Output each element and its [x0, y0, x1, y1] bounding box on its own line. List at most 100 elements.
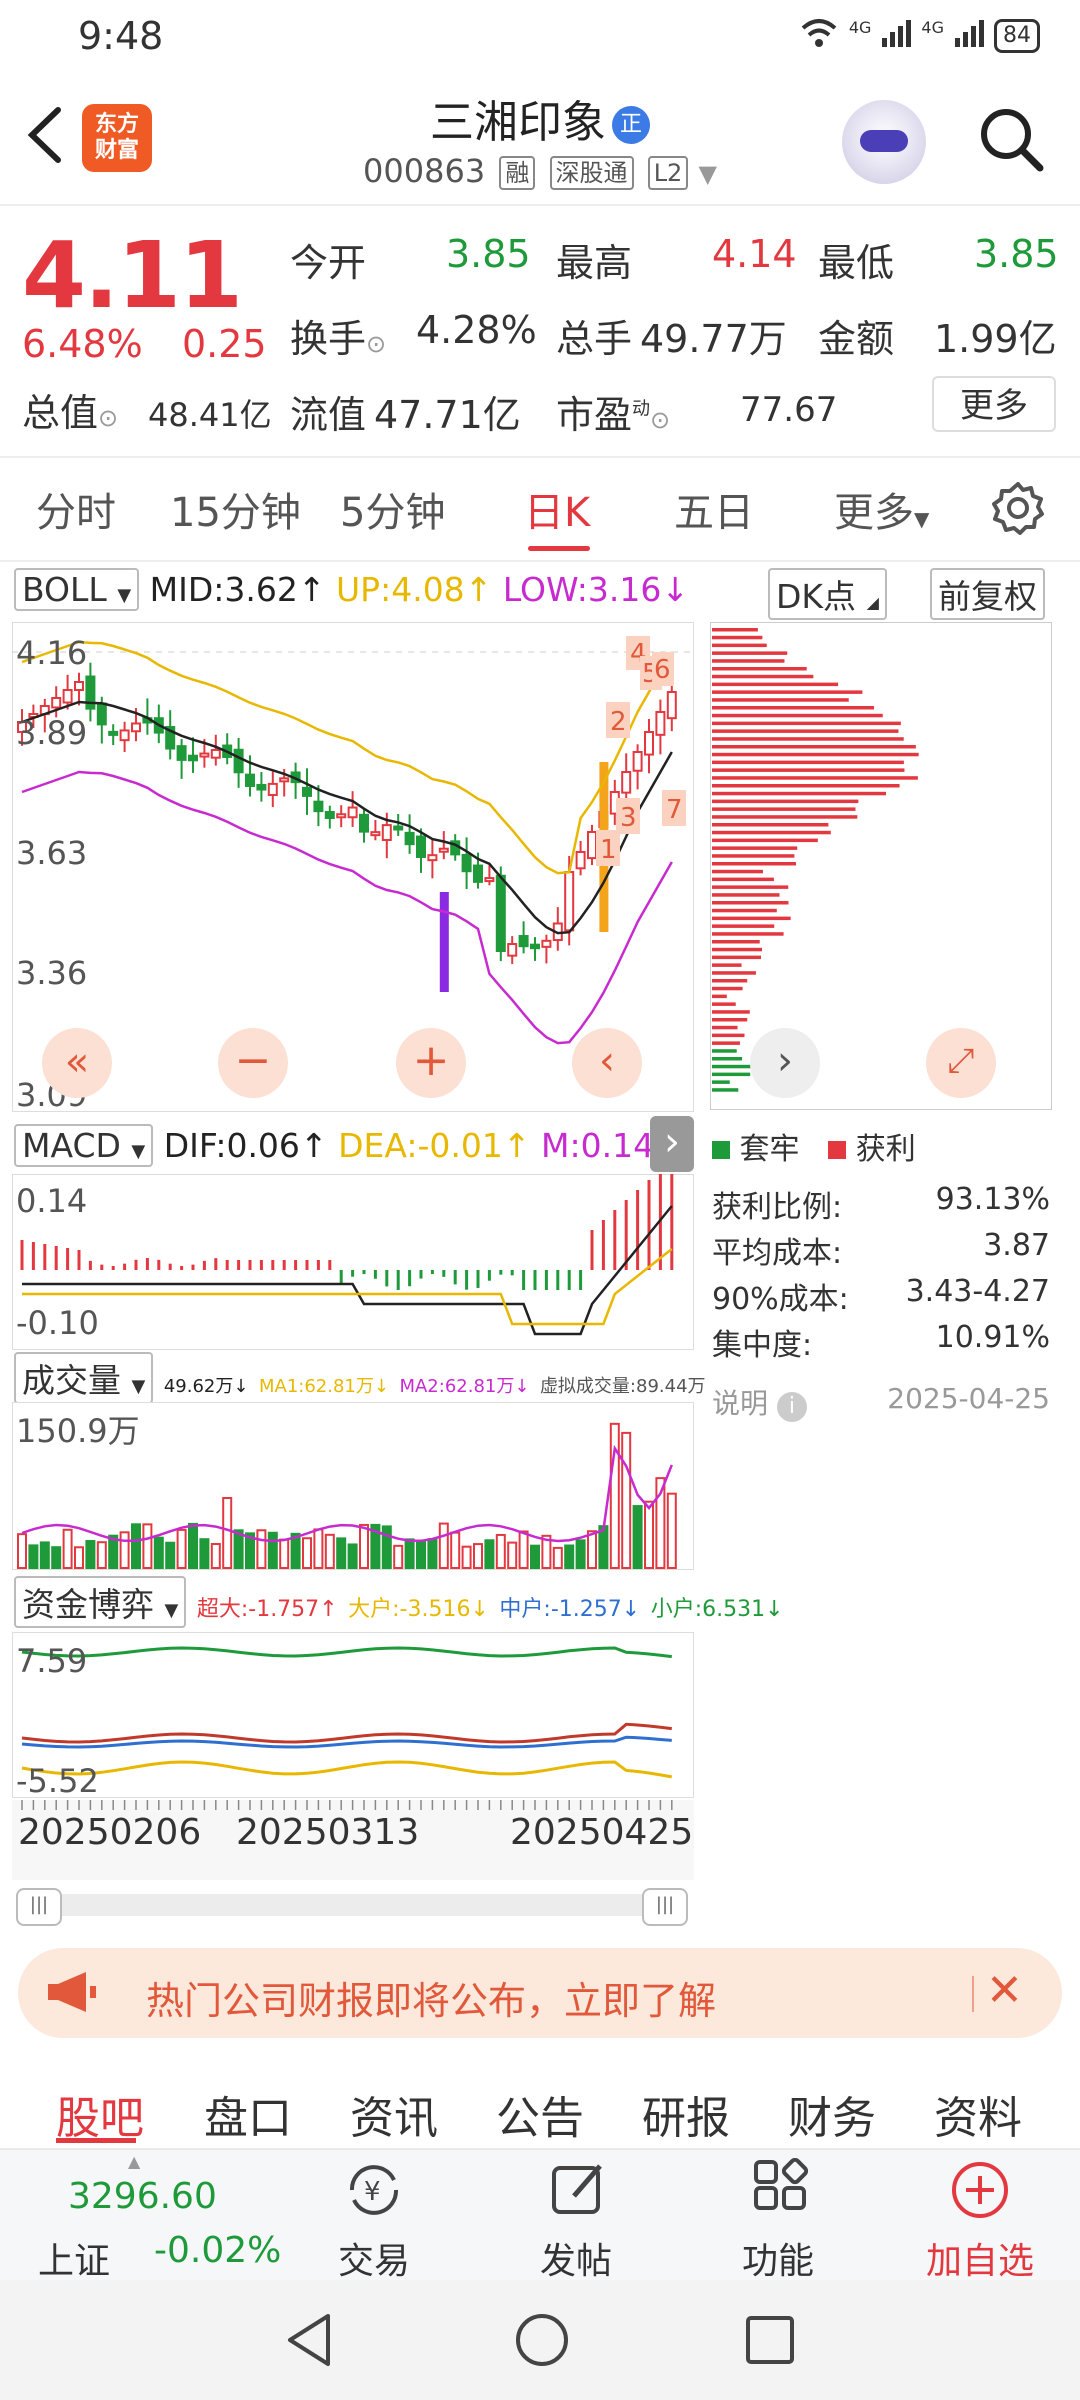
btab-announcements[interactable]: 公告: [496, 2082, 584, 2146]
chip-bar: [712, 877, 774, 882]
search-icon: [981, 109, 1044, 172]
macd-name: MACD: [22, 1126, 121, 1165]
chip-bar: [712, 846, 798, 850]
candle-body: [119, 729, 130, 742]
change-percent: 6.48%: [22, 322, 143, 366]
zoom-in-button[interactable]: +: [396, 1028, 466, 1098]
trade-icon: ¥: [342, 2158, 406, 2226]
btab-financials[interactable]: 财务: [788, 2082, 876, 2146]
tab-intraday[interactable]: 分时: [36, 480, 116, 538]
caret-up-icon: ▲: [128, 2152, 141, 2171]
candle-body: [416, 835, 426, 858]
scroll-left-fast-button[interactable]: «: [42, 1028, 112, 1098]
volume-chart[interactable]: 150.9万: [12, 1402, 694, 1570]
expand-panel-button[interactable]: ›: [650, 1116, 694, 1172]
volume-bar: [609, 1422, 620, 1569]
chip-bar: [712, 1018, 748, 1022]
btab-profile[interactable]: 资料: [934, 2082, 1022, 2146]
chip-bar: [712, 908, 777, 913]
range-handle-left[interactable]: |||: [16, 1888, 62, 1926]
candle-body: [666, 691, 677, 720]
chip-bar: [712, 963, 742, 967]
candle-body: [381, 824, 392, 841]
range-handle-right[interactable]: |||: [642, 1888, 688, 1926]
volume-bar: [165, 1541, 176, 1570]
chip-next-button[interactable]: ›: [750, 1028, 820, 1098]
function-button[interactable]: 功能: [698, 2232, 858, 2284]
trade-button[interactable]: 交易: [294, 2232, 454, 2284]
btab-forum[interactable]: 股吧: [56, 2082, 144, 2146]
nav-recents-button[interactable]: [742, 2312, 798, 2372]
more-button[interactable]: 更多: [932, 376, 1056, 432]
zoom-out-button[interactable]: −: [218, 1028, 288, 1098]
volume-bar: [176, 1528, 187, 1570]
index-change[interactable]: -0.02%: [154, 2230, 281, 2271]
volume-bar: [587, 1530, 597, 1569]
chip-bar: [712, 869, 763, 874]
candle-body: [587, 831, 597, 860]
chip-note-button[interactable]: 说明 i: [712, 1382, 807, 1422]
status-time: 9:48: [78, 14, 164, 58]
network-label-2: 4G: [921, 18, 944, 37]
macd-selector[interactable]: MACD ▼: [14, 1124, 154, 1167]
add-circle-icon: [948, 2158, 1012, 2226]
volume-top-label: 150.9万: [16, 1412, 140, 1450]
candle-body: [233, 748, 244, 774]
fund-selector[interactable]: 资金博弈 ▼: [14, 1576, 187, 1628]
volume-bar: [233, 1529, 244, 1570]
volume-selector[interactable]: 成交量 ▼: [14, 1352, 154, 1404]
candle-body: [324, 811, 335, 819]
marker-1: 1: [600, 835, 617, 865]
candle-body: [370, 831, 381, 837]
volume-value: 49.77万: [640, 317, 787, 361]
turnover-label[interactable]: 换手⊙: [290, 308, 386, 363]
candle-body: [518, 935, 529, 948]
volume-bar: [632, 1505, 643, 1569]
expand-button[interactable]: ⤢: [926, 1028, 996, 1098]
banner-text[interactable]: 热门公司财报即将公布，立即了解: [146, 1970, 716, 2025]
settings-button[interactable]: [990, 480, 1046, 540]
btab-news[interactable]: 资讯: [350, 2082, 438, 2146]
scroll-left-button[interactable]: ‹: [572, 1028, 642, 1098]
index-value[interactable]: 3296.60: [68, 2176, 217, 2217]
macd-indicator-row: MACD ▼ DIF:0.06↑ DEA:-0.01↑ M:0.14↑: [14, 1124, 682, 1167]
fund-small: 小户:6.531: [650, 1597, 766, 1622]
tab-5min[interactable]: 5分钟: [340, 480, 445, 538]
add-watchlist-button[interactable]: 加自选: [900, 2232, 1060, 2284]
high-label: 最高: [556, 241, 633, 285]
range-scrollbar[interactable]: [16, 1894, 688, 1916]
btab-research[interactable]: 研报: [642, 2082, 730, 2146]
caret-down-icon: ▼: [914, 507, 930, 531]
triangle-back-icon: [288, 2314, 330, 2366]
banner-close-button[interactable]: ✕: [986, 1966, 1023, 2016]
legend-trapped: 套牢: [739, 1132, 800, 1167]
macd-chart[interactable]: 0.14 -0.10: [12, 1174, 694, 1350]
tag-connect: 深股通: [549, 156, 634, 190]
fund-flow-chart[interactable]: 7.59 -5.52: [12, 1632, 694, 1798]
boll-indicator-row: BOLL ▼ MID:3.62↑ UP:4.08↑ LOW:3.16↓: [14, 568, 689, 611]
volume-bar: [74, 1546, 84, 1569]
volume-bar: [461, 1545, 472, 1570]
tab-more[interactable]: 更多▼: [834, 480, 929, 538]
open-label: 今开: [290, 241, 367, 285]
nav-back-button[interactable]: [282, 2310, 338, 2374]
assistant-avatar[interactable]: [842, 100, 926, 184]
pe-label[interactable]: 市盈动⊙: [556, 384, 670, 439]
search-button[interactable]: [976, 104, 1046, 174]
nav-home-button[interactable]: [512, 2310, 572, 2374]
chip-bar: [712, 1072, 751, 1077]
tab-daily-k[interactable]: 日K: [524, 480, 590, 538]
chip-bar: [712, 776, 918, 780]
btab-order-book[interactable]: 盘口: [204, 2082, 292, 2146]
tab-15min[interactable]: 15分钟: [170, 480, 301, 538]
chip-bar: [712, 916, 791, 921]
boll-selector[interactable]: BOLL ▼: [14, 568, 140, 611]
total-value-label[interactable]: 总值⊙: [22, 382, 118, 437]
marker-6: 6: [654, 655, 671, 685]
adjust-button[interactable]: 前复权: [930, 568, 1045, 620]
candle-body: [644, 731, 654, 756]
dk-point-button[interactable]: DK点 ◢: [768, 568, 887, 620]
index-name[interactable]: 上证: [38, 2232, 110, 2284]
tab-five-day[interactable]: 五日: [674, 480, 754, 538]
post-button[interactable]: 发帖: [496, 2232, 656, 2284]
